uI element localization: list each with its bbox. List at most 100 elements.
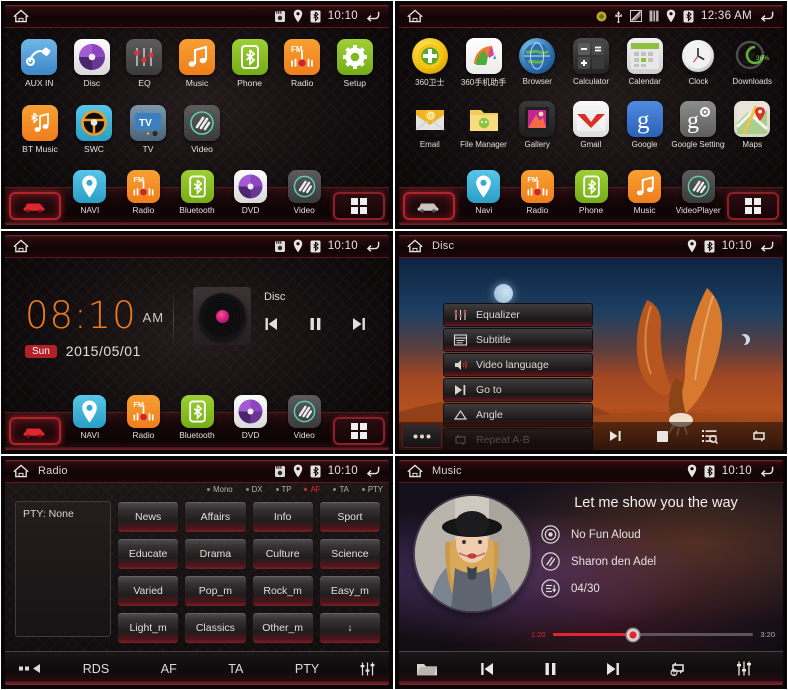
app-drawer-icon[interactable] — [333, 417, 385, 445]
app-phone[interactable]: Phone — [223, 39, 276, 88]
dock-music[interactable]: Music — [622, 170, 668, 215]
home-icon[interactable] — [11, 8, 31, 24]
dock-video[interactable]: Video — [281, 170, 327, 215]
app-video[interactable]: Video — [175, 105, 229, 154]
menu-item-goto[interactable]: Go to — [443, 378, 593, 402]
more-options-icon[interactable] — [402, 424, 442, 448]
app-tv[interactable]: TV TV — [121, 105, 175, 154]
app-drawer-icon[interactable] — [333, 192, 385, 220]
repeat-icon[interactable] — [751, 429, 767, 443]
tab-ta[interactable]: TA — [228, 662, 243, 676]
dock-navi[interactable]: NAVI — [67, 170, 113, 215]
tab-rds[interactable]: RDS — [83, 662, 109, 676]
back-icon[interactable] — [365, 239, 382, 253]
stop-icon[interactable] — [656, 430, 669, 443]
app-google[interactable]: g Google — [618, 101, 672, 149]
seek-track[interactable] — [552, 627, 754, 642]
back-icon[interactable] — [759, 239, 776, 253]
app-aux-in[interactable]: AUX IN — [13, 39, 66, 88]
progress-bar[interactable]: 1:20 3:20 — [531, 627, 775, 642]
dock-bluetooth[interactable]: Bluetooth — [174, 395, 220, 440]
app-360-assistant[interactable]: 360手机助手 — [457, 38, 511, 88]
app-disc[interactable]: Disc — [66, 39, 119, 88]
car-icon[interactable] — [403, 192, 455, 220]
menu-item-subtitle[interactable]: Subtitle — [443, 328, 593, 352]
app-google-settings[interactable]: g Google Settings — [671, 101, 725, 149]
app-calendar[interactable]: Calendar — [618, 38, 672, 88]
app-file-manager[interactable]: File Manager — [457, 101, 511, 149]
app-maps[interactable]: Maps — [725, 101, 779, 149]
home-icon[interactable] — [11, 238, 31, 254]
pty-button[interactable]: Sport — [318, 501, 381, 533]
car-icon[interactable] — [9, 417, 61, 445]
app-radio[interactable]: FM Radio — [276, 39, 329, 88]
dock-radio[interactable]: FM Radio — [121, 170, 167, 215]
playlist-search-icon[interactable] — [701, 429, 718, 444]
dock-dvd[interactable]: DVD — [228, 170, 274, 215]
dock-dvd[interactable]: DVD — [228, 395, 274, 440]
previous-track-icon[interactable] — [479, 662, 496, 676]
home-icon[interactable] — [11, 463, 31, 479]
pty-button[interactable]: Light_m — [117, 612, 180, 644]
app-calculator[interactable]: Calculator — [564, 38, 618, 88]
menu-item-equalizer[interactable]: Equalizer — [443, 303, 593, 327]
seek-knob[interactable] — [625, 627, 641, 642]
app-gmail[interactable]: Gmail — [564, 101, 618, 149]
pty-button[interactable]: News — [117, 501, 180, 533]
pty-button[interactable]: Info — [251, 501, 314, 533]
dock-bluetooth[interactable]: Bluetooth — [174, 170, 220, 215]
pty-button[interactable]: Science — [318, 538, 381, 570]
app-email[interactable]: @ Email — [403, 101, 457, 149]
pause-icon[interactable] — [309, 317, 322, 331]
folder-icon[interactable] — [399, 661, 455, 677]
pty-button[interactable]: Rock_m — [251, 575, 314, 607]
clock-widget[interactable]: 08:10 AM Sun 2015/05/01 — [25, 297, 164, 359]
app-bt-music[interactable]: BT Music — [13, 105, 67, 154]
pty-button[interactable]: Drama — [184, 538, 247, 570]
next-track-icon[interactable] — [604, 662, 621, 676]
dock-radio[interactable]: FM Radio — [515, 170, 561, 215]
app-downloads[interactable]: 36% Downloads — [725, 38, 779, 88]
pty-button[interactable]: Pop_m — [184, 575, 247, 607]
home-icon[interactable] — [405, 463, 425, 479]
app-clock[interactable]: Clock — [672, 38, 726, 88]
home-icon[interactable] — [405, 238, 425, 254]
equalizer-icon[interactable] — [735, 660, 753, 677]
dock-radio[interactable]: FM Radio — [121, 395, 167, 440]
app-drawer-icon[interactable] — [727, 192, 779, 220]
tab-pty[interactable]: PTY — [295, 662, 319, 676]
back-list-icon[interactable] — [5, 664, 57, 673]
previous-track-icon[interactable] — [264, 317, 281, 331]
equalizer-icon[interactable] — [345, 661, 389, 677]
pty-button[interactable]: Easy_m — [318, 575, 381, 607]
pty-button[interactable]: Affairs — [184, 501, 247, 533]
app-music[interactable]: Music — [171, 39, 224, 88]
repeat-one-icon[interactable]: 1 — [669, 661, 687, 676]
car-icon[interactable] — [9, 192, 61, 220]
dock-navi[interactable]: Navi — [461, 170, 507, 215]
pty-button[interactable]: Other_m — [251, 612, 314, 644]
app-eq[interactable]: EQ — [118, 39, 171, 88]
app-360-guard[interactable]: 360卫士 — [403, 38, 457, 88]
tab-af[interactable]: AF — [161, 662, 177, 676]
menu-item-video-language[interactable]: Video language — [443, 353, 593, 377]
next-track-icon[interactable] — [350, 317, 367, 331]
pty-button[interactable]: Classics — [184, 612, 247, 644]
app-browser[interactable]: Browser — [510, 38, 564, 88]
pty-button[interactable]: Educate — [117, 538, 180, 570]
home-icon[interactable] — [405, 8, 425, 24]
dock-videoplayer[interactable]: VideoPlayer — [675, 170, 721, 215]
pty-page-down-button[interactable]: ↓ — [318, 612, 381, 644]
back-icon[interactable] — [365, 9, 382, 23]
pty-button[interactable]: Culture — [251, 538, 314, 570]
app-setup[interactable]: Setup — [328, 39, 381, 88]
app-swc[interactable]: SWC — [67, 105, 121, 154]
back-icon[interactable] — [759, 9, 776, 23]
back-icon[interactable] — [759, 464, 776, 478]
pause-icon[interactable] — [544, 662, 557, 676]
dock-navi[interactable]: NAVI — [67, 395, 113, 440]
pty-button[interactable]: Varied — [117, 575, 180, 607]
dock-video[interactable]: Video — [281, 395, 327, 440]
back-icon[interactable] — [365, 464, 382, 478]
dock-phone[interactable]: Phone — [568, 170, 614, 215]
